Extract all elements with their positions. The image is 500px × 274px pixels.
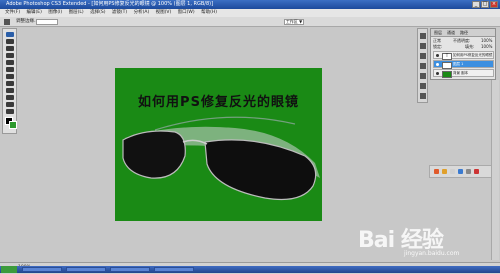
tab-layers[interactable]: 图层 — [434, 30, 442, 36]
healing-brush-tool-icon[interactable] — [6, 67, 14, 72]
title-bar: Adobe Photoshop CS3 Extended - [如何用PS修复反… — [0, 0, 500, 9]
toolbox — [2, 28, 17, 134]
eye-icon[interactable] — [436, 54, 439, 57]
history-icon[interactable] — [420, 33, 426, 39]
window-title: Adobe Photoshop CS3 Extended - [如何用PS修复反… — [6, 1, 214, 7]
text-layer-icon: T — [442, 53, 452, 60]
opacity-label: 不透明度: — [453, 38, 471, 43]
layer-name: 图层 1 — [453, 62, 464, 66]
fill-value[interactable]: 100% — [481, 44, 492, 49]
lasso-tool-icon[interactable] — [6, 46, 14, 51]
close-button[interactable]: × — [490, 1, 498, 8]
tray-icon[interactable] — [466, 169, 471, 174]
brush-tool-icon[interactable] — [6, 74, 14, 79]
taskbar-button[interactable] — [22, 267, 62, 272]
blend-mode-select[interactable]: 正常 — [433, 38, 441, 43]
layers-panel: 图层 通道 路径 正常 不透明度: 100% 锁定: 填充: 100% T 如何… — [430, 28, 496, 80]
menu-layer[interactable]: 图层(L) — [69, 10, 84, 15]
swatches-icon[interactable] — [420, 53, 426, 59]
menu-select[interactable]: 选择(S) — [90, 10, 105, 15]
clone-stamp-tool-icon[interactable] — [6, 81, 14, 86]
menu-bar: 文件(F) 编辑(E) 图像(I) 图层(L) 选择(S) 滤镜(T) 分析(A… — [0, 9, 500, 17]
lock-label: 锁定: — [433, 44, 443, 49]
tray-icon[interactable] — [458, 169, 463, 174]
taskbar — [0, 266, 500, 273]
right-lens — [204, 139, 317, 201]
gradient-tool-icon[interactable] — [6, 95, 14, 100]
options-select[interactable] — [36, 19, 58, 25]
window-controls: _ □ × — [472, 1, 498, 8]
layer-row[interactable]: 背景 副本 — [433, 69, 494, 78]
type-tool-icon[interactable] — [6, 102, 14, 107]
fill-label: 填充: — [465, 44, 475, 49]
actions-icon[interactable] — [420, 43, 426, 49]
menu-view[interactable]: 视图(V) — [156, 10, 172, 15]
menu-help[interactable]: 帮助(H) — [201, 10, 217, 15]
taskbar-button[interactable] — [66, 267, 106, 272]
eye-icon[interactable] — [436, 63, 439, 66]
hand-tool-icon[interactable] — [6, 109, 14, 114]
current-tool-icon[interactable] — [4, 19, 10, 25]
panel-dock — [417, 28, 428, 103]
info-icon[interactable] — [420, 83, 426, 89]
taskbar-button[interactable] — [110, 267, 150, 272]
move-tool-icon[interactable] — [6, 32, 14, 37]
tray-icon[interactable] — [434, 169, 439, 174]
document-headline: 如何用PS修复反光的眼镜 — [138, 95, 299, 110]
taskbar-button[interactable] — [154, 267, 194, 272]
start-button[interactable] — [1, 266, 17, 273]
tab-paths[interactable]: 路径 — [460, 30, 468, 36]
layer-row-selected[interactable]: 图层 1 — [433, 60, 494, 69]
eye-icon[interactable] — [436, 72, 439, 75]
menu-filter[interactable]: 滤镜(T) — [112, 10, 127, 15]
navigator-icon[interactable] — [420, 93, 426, 99]
layers-panel-tabs: 图层 通道 路径 — [431, 29, 495, 37]
menu-analysis[interactable]: 分析(A) — [134, 10, 150, 15]
document-canvas[interactable]: 如何用PS修复反光的眼镜 — [115, 68, 322, 221]
tray-icon[interactable] — [474, 169, 479, 174]
maximize-button[interactable]: □ — [481, 1, 489, 8]
tray-icon[interactable] — [442, 169, 447, 174]
background-color-swatch[interactable] — [9, 121, 17, 129]
styles-icon[interactable] — [420, 63, 426, 69]
tab-channels[interactable]: 通道 — [447, 30, 455, 36]
menu-file[interactable]: 文件(F) — [5, 10, 20, 15]
refine-edge-button[interactable]: 调整边缘... — [16, 17, 38, 26]
minimize-button[interactable]: _ — [472, 1, 480, 8]
menu-window[interactable]: 窗口(W) — [178, 10, 195, 15]
tray-strip — [429, 165, 499, 178]
layer-name: 如何用PS修复反光的眼镜 — [453, 53, 493, 57]
menu-edit[interactable]: 编辑(E) — [27, 10, 42, 15]
marquee-tool-icon[interactable] — [6, 39, 14, 44]
tray-icon[interactable] — [450, 169, 455, 174]
magic-wand-tool-icon[interactable] — [6, 53, 14, 58]
layer-name: 背景 副本 — [453, 71, 469, 75]
workspace-dropdown[interactable]: 工作区 ▼ — [284, 19, 304, 25]
watermark-url: jingyan.baidu.com — [404, 250, 460, 257]
vertical-scrollbar[interactable] — [491, 80, 499, 260]
left-lens — [122, 130, 186, 179]
menu-image[interactable]: 图像(I) — [48, 10, 62, 15]
opacity-value[interactable]: 100% — [481, 38, 492, 43]
layer-thumbnail — [442, 62, 452, 69]
layer-row[interactable]: T 如何用PS修复反光的眼镜 — [433, 51, 494, 60]
eraser-tool-icon[interactable] — [6, 88, 14, 93]
options-bar: 调整边缘... 工作区 ▼ — [0, 17, 500, 27]
crop-tool-icon[interactable] — [6, 60, 14, 65]
brushes-icon[interactable] — [420, 73, 426, 79]
layer-thumbnail — [442, 71, 452, 78]
